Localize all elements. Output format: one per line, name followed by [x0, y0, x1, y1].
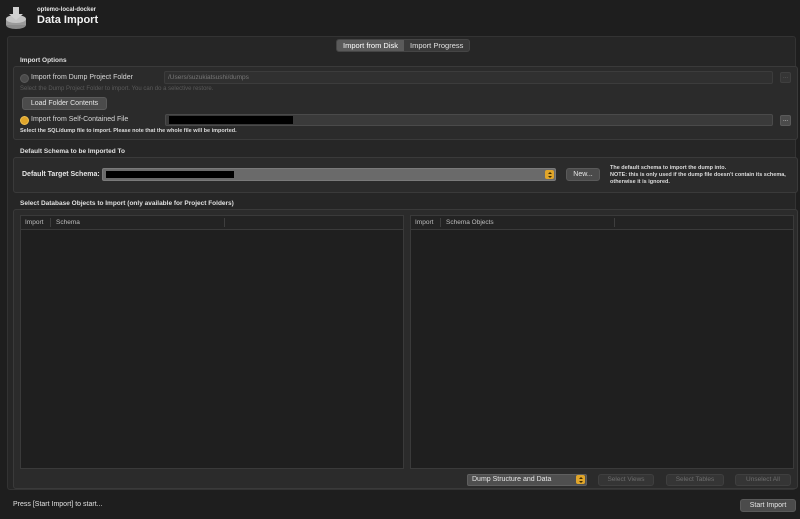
self-contained-file-path-field[interactable] — [165, 114, 773, 126]
objects-section-label: Select Database Objects to Import (only … — [20, 200, 234, 207]
new-schema-button[interactable]: New... — [566, 168, 600, 181]
project-folder-hint: Select the Dump Project Folder to import… — [20, 86, 214, 92]
schema-table[interactable]: Import Schema — [20, 215, 404, 469]
database-import-icon — [6, 7, 26, 29]
column-schema[interactable]: Schema — [56, 219, 80, 226]
project-folder-label: Import from Dump Project Folder — [31, 74, 133, 81]
default-schema-note-1: The default schema to import the dump in… — [610, 165, 727, 171]
default-target-schema-label: Default Target Schema: — [22, 171, 100, 178]
default-target-schema-select[interactable] — [102, 168, 556, 181]
column-import[interactable]: Import — [415, 219, 433, 226]
self-contained-file-hint: Select the SQL/dump file to import. Plea… — [20, 128, 237, 134]
import-options-label: Import Options — [20, 57, 67, 64]
schema-table-header: Import Schema — [21, 216, 403, 230]
unselect-all-button[interactable]: Unselect All — [735, 474, 791, 486]
tab-bar: Import from Disk Import Progress — [336, 39, 471, 52]
redacted-file-path — [169, 116, 293, 124]
radio-project-folder[interactable] — [20, 74, 29, 83]
tab-import-from-disk[interactable]: Import from Disk — [337, 40, 405, 51]
self-contained-file-browse-button[interactable]: ... — [780, 115, 791, 126]
default-schema-note-3: otherwise it is ignored. — [610, 179, 670, 185]
load-folder-contents-button[interactable]: Load Folder Contents — [22, 97, 107, 110]
chevron-updown-icon — [576, 475, 585, 484]
dump-option-select[interactable]: Dump Structure and Data — [467, 474, 587, 486]
radio-self-contained-file[interactable] — [20, 116, 29, 125]
default-schema-label: Default Schema to be Imported To — [20, 148, 125, 155]
project-folder-path-field[interactable]: /Users/suzukiatsushi/dumps — [164, 71, 773, 84]
default-schema-note-2: NOTE: this is only used if the dump file… — [610, 172, 786, 178]
schema-objects-table-header: Import Schema Objects — [411, 216, 793, 230]
window-header — [0, 0, 800, 34]
redacted-schema-name — [106, 171, 234, 178]
status-text: Press [Start Import] to start... — [13, 501, 103, 508]
start-import-button[interactable]: Start Import — [740, 499, 796, 512]
page-title: Data Import — [37, 14, 99, 26]
select-views-button[interactable]: Select Views — [598, 474, 654, 486]
project-folder-browse-button[interactable]: ... — [780, 72, 791, 83]
connection-name: optemo-local-docker — [37, 7, 97, 13]
select-tables-button[interactable]: Select Tables — [666, 474, 724, 486]
chevron-updown-icon — [545, 170, 554, 179]
tab-import-progress[interactable]: Import Progress — [404, 40, 469, 51]
column-schema-objects[interactable]: Schema Objects — [446, 219, 494, 226]
self-contained-file-label: Import from Self-Contained File — [31, 116, 129, 123]
column-import[interactable]: Import — [25, 219, 43, 226]
schema-objects-table[interactable]: Import Schema Objects — [410, 215, 794, 469]
